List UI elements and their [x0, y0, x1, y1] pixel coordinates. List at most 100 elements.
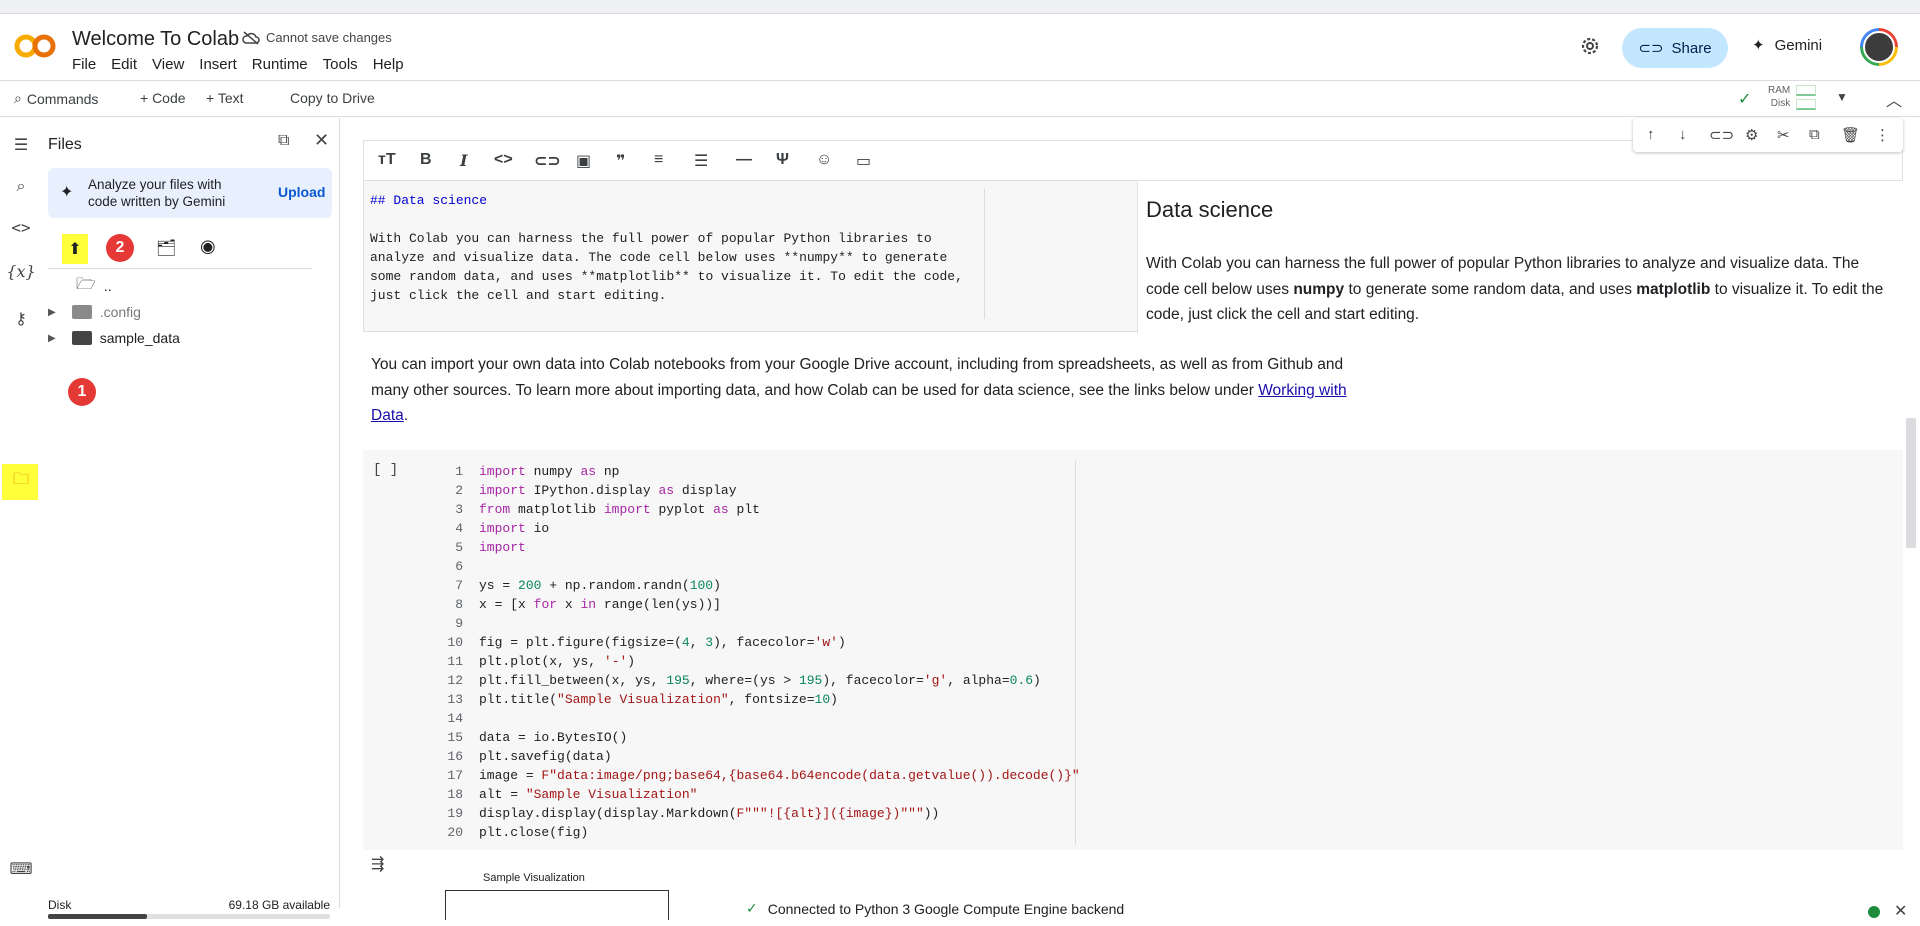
menu-view[interactable]: View [152, 56, 184, 73]
commands-label: Commands [26, 90, 99, 107]
check-icon: ✓ [746, 900, 758, 916]
copy-to-drive-button[interactable]: Copy to Drive [290, 90, 375, 106]
tree-item-label: .config [99, 304, 141, 320]
code-line: x = [x for x in range(len(ys))] [479, 597, 721, 612]
code-line: import numpy as np [479, 464, 620, 479]
tree-row-parent[interactable]: 🗁.. [76, 274, 112, 298]
move-up-icon[interactable]: ↑ [1647, 126, 1655, 143]
markdown-source[interactable]: ## Data science With Colab you can harne… [370, 191, 980, 305]
editor-split [984, 189, 985, 319]
menu-file[interactable]: File [72, 56, 96, 73]
status-text: Connected to Python 3 Google Compute Eng… [767, 900, 1125, 917]
collapse-header-icon[interactable]: ︿ [1886, 87, 1902, 111]
quote-icon[interactable]: ❞ [616, 151, 625, 171]
upload-file-icon[interactable]: ⬆ [62, 234, 88, 264]
expand-arrow-icon: ▶ [48, 306, 56, 318]
emoji-icon[interactable]: ☺ [816, 151, 832, 169]
tree-item-label: .. [103, 278, 112, 294]
folder-icon [71, 331, 92, 345]
bold-icon[interactable]: B [420, 151, 432, 169]
close-status-icon[interactable]: ✕ [1894, 901, 1907, 921]
colab-logo [14, 34, 56, 58]
code-line: plt.fill_between(x, ys, 195, where=(ys >… [479, 673, 1041, 688]
toc-icon[interactable]: ☰ [8, 132, 34, 158]
horizontal-rule-icon[interactable]: — [736, 151, 752, 169]
save-status: Cannot save changes [242, 30, 392, 45]
add-text-label: + Text [206, 90, 244, 106]
preview-paragraph: With Colab you can harness the full powe… [1146, 255, 1884, 323]
tree-row-sample-data[interactable]: ▶ sample_data [48, 326, 180, 350]
resource-monitor[interactable]: RAM Disk [1768, 84, 1817, 110]
markdown-cell[interactable]: ## Data science With Colab you can harne… [363, 180, 1904, 333]
cell-settings-gear-icon[interactable]: ⚙ [1745, 126, 1758, 144]
divider [48, 268, 312, 269]
code-editor[interactable]: import numpy as np import IPython.display… [479, 462, 1080, 842]
sparkle-icon: ✦ [1752, 37, 1765, 54]
image-icon[interactable]: ▣ [576, 151, 591, 171]
add-text-button[interactable]: + Text [206, 90, 244, 106]
secrets-key-icon[interactable]: ⚷ [8, 306, 34, 332]
numbered-list-icon[interactable]: ≡ [654, 151, 663, 169]
notebook-toolbar: ⌕ Commands + Code + Text Copy to Drive ✓ … [0, 80, 1920, 117]
ram-bar [1796, 84, 1817, 96]
menu-tools[interactable]: Tools [323, 56, 358, 73]
link-cell-icon[interactable]: ⊂⊃ [1709, 126, 1734, 144]
mount-drive-icon[interactable]: 🗂 [156, 238, 176, 258]
mirror-cell-icon[interactable]: ⧉ [1809, 126, 1820, 143]
share-button[interactable]: ⊂⊃ Share [1622, 28, 1728, 68]
status-dot-icon [1868, 906, 1880, 918]
find-icon[interactable]: ⌕ [8, 174, 34, 200]
preview-heading: Data science [1146, 197, 1274, 222]
files-title: Files [48, 136, 82, 153]
commands-button[interactable]: ⌕ Commands [14, 90, 98, 107]
notebook-title[interactable]: Welcome To Colab [72, 28, 239, 51]
code-line: from matplotlib import pyplot as plt [479, 502, 760, 517]
share-label: Share [1671, 39, 1712, 57]
bulleted-list-icon[interactable]: ☰ [694, 151, 708, 171]
code-line: data = io.BytesIO() [479, 730, 628, 745]
run-cell-button[interactable]: [ ] [373, 462, 398, 478]
disk-bar [1796, 98, 1817, 110]
code-snippets-icon[interactable]: <> [8, 214, 34, 240]
add-code-button[interactable]: + Code [140, 90, 186, 106]
code-line: plt.close(fig) [479, 825, 589, 840]
terminal-icon[interactable]: ⌨ [8, 856, 34, 882]
variables-icon[interactable]: {x} [6, 258, 35, 284]
cut-icon[interactable]: ✂ [1777, 126, 1790, 144]
link-icon[interactable]: ⊂⊃ [534, 151, 561, 171]
badge-2: 2 [106, 234, 134, 262]
close-icon[interactable]: ✕ [314, 130, 329, 151]
preview-toggle-icon[interactable]: ▭ [856, 151, 871, 171]
browser-top-strip [0, 0, 1920, 14]
menu-insert[interactable]: Insert [199, 56, 237, 73]
gemini-button[interactable]: ✦ Gemini [1752, 36, 1822, 55]
scrollbar[interactable] [1906, 418, 1916, 548]
move-down-icon[interactable]: ↓ [1679, 126, 1687, 143]
folder-icon[interactable]: 🗀 [8, 468, 34, 494]
code-line: plt.title("Sample Visualization", fontsi… [479, 692, 838, 707]
menu-edit[interactable]: Edit [111, 56, 137, 73]
show-hidden-eye-icon[interactable]: ◉ [200, 236, 216, 257]
menu-help[interactable]: Help [373, 56, 404, 73]
more-options-icon[interactable]: ⋮ [1875, 126, 1890, 144]
tree-row-config[interactable]: ▶ .config [48, 300, 141, 324]
expand-arrow-icon: ▶ [48, 332, 56, 344]
italic-icon[interactable]: I [460, 151, 467, 170]
latex-psi-icon[interactable]: Ψ [776, 151, 789, 169]
heading-icon[interactable]: тT [378, 151, 396, 169]
settings-gear-icon[interactable] [1578, 34, 1602, 58]
open-in-tab-icon[interactable]: ⧉ [278, 132, 289, 150]
files-actions: ⬆ 2 🗂 ◉ [48, 234, 332, 268]
runtime-dropdown-icon[interactable]: ▼ [1836, 90, 1848, 104]
code-cell[interactable]: [ ] 1 2 3 4 5 6 7 8 9 10 11 12 13 14 15 … [363, 450, 1903, 850]
upload-link-button[interactable]: Upload [278, 184, 325, 200]
delete-icon[interactable]: 🗑 [1841, 126, 1860, 144]
menu-runtime[interactable]: Runtime [252, 56, 308, 73]
account-avatar[interactable] [1860, 28, 1898, 66]
code-icon[interactable]: <> [494, 151, 513, 169]
cell-toolbar: ↑ ↓ ⊂⊃ ⚙ ✂ ⧉ 🗑 ⋮ [1633, 118, 1903, 152]
output-options-icon[interactable]: ⇶ [371, 854, 384, 874]
